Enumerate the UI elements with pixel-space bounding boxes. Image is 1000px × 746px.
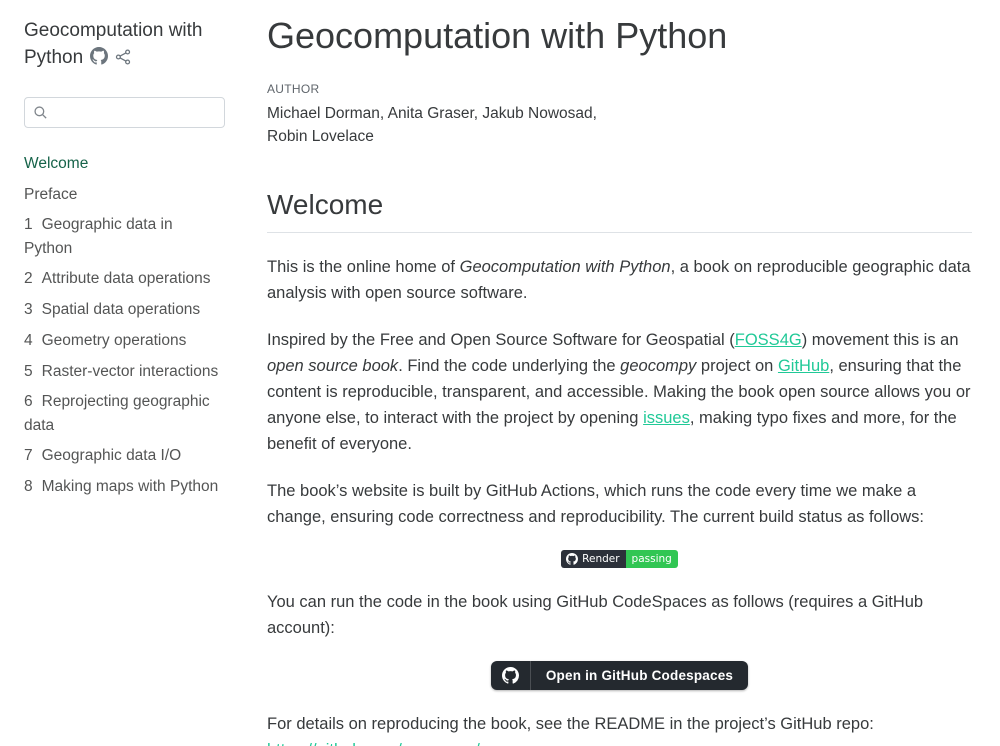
search-input[interactable] bbox=[53, 98, 218, 127]
search-box[interactable] bbox=[24, 97, 225, 128]
text: You can run the code in the book using G… bbox=[267, 593, 923, 637]
badge-left-segment: Render bbox=[561, 550, 625, 568]
github-icon[interactable] bbox=[90, 47, 108, 70]
sidebar: Geocomputation with Python Welcome Prefa… bbox=[0, 0, 250, 746]
paragraph-codespaces: You can run the code in the book using G… bbox=[267, 589, 972, 641]
nav-label: Geometry operations bbox=[42, 332, 187, 349]
paragraph-open-source: Inspired by the Free and Open Source Sof… bbox=[267, 323, 972, 457]
sidebar-header: Geocomputation with Python bbox=[24, 18, 224, 72]
emphasized-text: open source book bbox=[267, 357, 398, 375]
sidebar-item-ch6[interactable]: 6Reprojecting geographic data bbox=[24, 390, 224, 437]
link-foss4g[interactable]: FOSS4G bbox=[735, 331, 802, 349]
nav-label: Attribute data operations bbox=[42, 270, 211, 287]
github-icon bbox=[566, 553, 578, 565]
nav-label: Raster-vector interactions bbox=[42, 363, 219, 380]
section-heading-welcome: Welcome bbox=[267, 189, 972, 233]
sidebar-item-welcome[interactable]: Welcome bbox=[24, 152, 224, 175]
link-repo-url[interactable]: https://github.com/geocompr/py bbox=[267, 741, 496, 746]
main-content: Geocomputation with Python AUTHOR Michae… bbox=[250, 0, 1000, 746]
paragraph-build-status: The book’s website is built by GitHub Ac… bbox=[267, 474, 972, 530]
codespaces-button-row: Open in GitHub Codespaces bbox=[267, 661, 972, 690]
nav-label: Geographic data I/O bbox=[42, 447, 182, 464]
share-icon[interactable] bbox=[115, 49, 131, 70]
link-issues[interactable]: issues bbox=[643, 409, 690, 427]
codespaces-button-label: Open in GitHub Codespaces bbox=[531, 661, 748, 690]
sidebar-item-ch5[interactable]: 5Raster-vector interactions bbox=[24, 360, 224, 383]
nav-label: Reprojecting geographic data bbox=[24, 393, 210, 433]
github-icon bbox=[491, 661, 531, 690]
badge-row: Render passing bbox=[267, 550, 972, 568]
author-label: AUTHOR bbox=[267, 82, 972, 96]
open-codespaces-button[interactable]: Open in GitHub Codespaces bbox=[491, 661, 748, 690]
nav-label: Geographic data in Python bbox=[24, 216, 173, 256]
text: . Find the code underlying the bbox=[398, 357, 620, 375]
paragraph-repro: For details on reproducing the book, see… bbox=[267, 711, 972, 746]
sidebar-title-icons bbox=[83, 50, 131, 67]
badge-status-label: passing bbox=[626, 550, 678, 568]
search-icon bbox=[33, 105, 48, 125]
sidebar-item-preface[interactable]: Preface bbox=[24, 183, 224, 206]
badge-left-label: Render bbox=[582, 553, 619, 565]
sidebar-nav: Welcome Preface 1Geographic data in Pyth… bbox=[24, 152, 224, 506]
text: Inspired by the Free and Open Source Sof… bbox=[267, 331, 735, 349]
sidebar-item-ch8[interactable]: 8Making maps with Python bbox=[24, 475, 224, 498]
build-status-badge[interactable]: Render passing bbox=[561, 550, 678, 568]
nav-label: Preface bbox=[24, 186, 77, 203]
text: For details on reproducing the book, see… bbox=[267, 715, 874, 733]
nav-label: Welcome bbox=[24, 155, 88, 172]
link-github[interactable]: GitHub bbox=[778, 357, 829, 375]
text: This is the online home of bbox=[267, 258, 460, 276]
sidebar-item-ch2[interactable]: 2Attribute data operations bbox=[24, 267, 224, 290]
authors: Michael Dorman, Anita Graser, Jakub Nowo… bbox=[267, 102, 612, 149]
emphasized-text: Geocomputation with Python bbox=[460, 258, 671, 276]
nav-label: Spatial data operations bbox=[42, 301, 201, 318]
text: The book’s website is built by GitHub Ac… bbox=[267, 482, 924, 526]
sidebar-item-ch7[interactable]: 7Geographic data I/O bbox=[24, 444, 224, 467]
text: project on bbox=[696, 357, 778, 375]
sidebar-item-ch3[interactable]: 3Spatial data operations bbox=[24, 298, 224, 321]
sidebar-item-ch4[interactable]: 4Geometry operations bbox=[24, 329, 224, 352]
text: . bbox=[496, 741, 501, 746]
page-title: Geocomputation with Python bbox=[267, 14, 972, 57]
paragraph-intro: This is the online home of Geocomputatio… bbox=[267, 254, 972, 306]
page: Geocomputation with Python Welcome Prefa… bbox=[0, 0, 1000, 746]
sidebar-item-ch1[interactable]: 1Geographic data in Python bbox=[24, 213, 224, 260]
nav-label: Making maps with Python bbox=[42, 478, 219, 495]
emphasized-text: geocompy bbox=[620, 357, 696, 375]
text: ) movement this is an bbox=[802, 331, 959, 349]
